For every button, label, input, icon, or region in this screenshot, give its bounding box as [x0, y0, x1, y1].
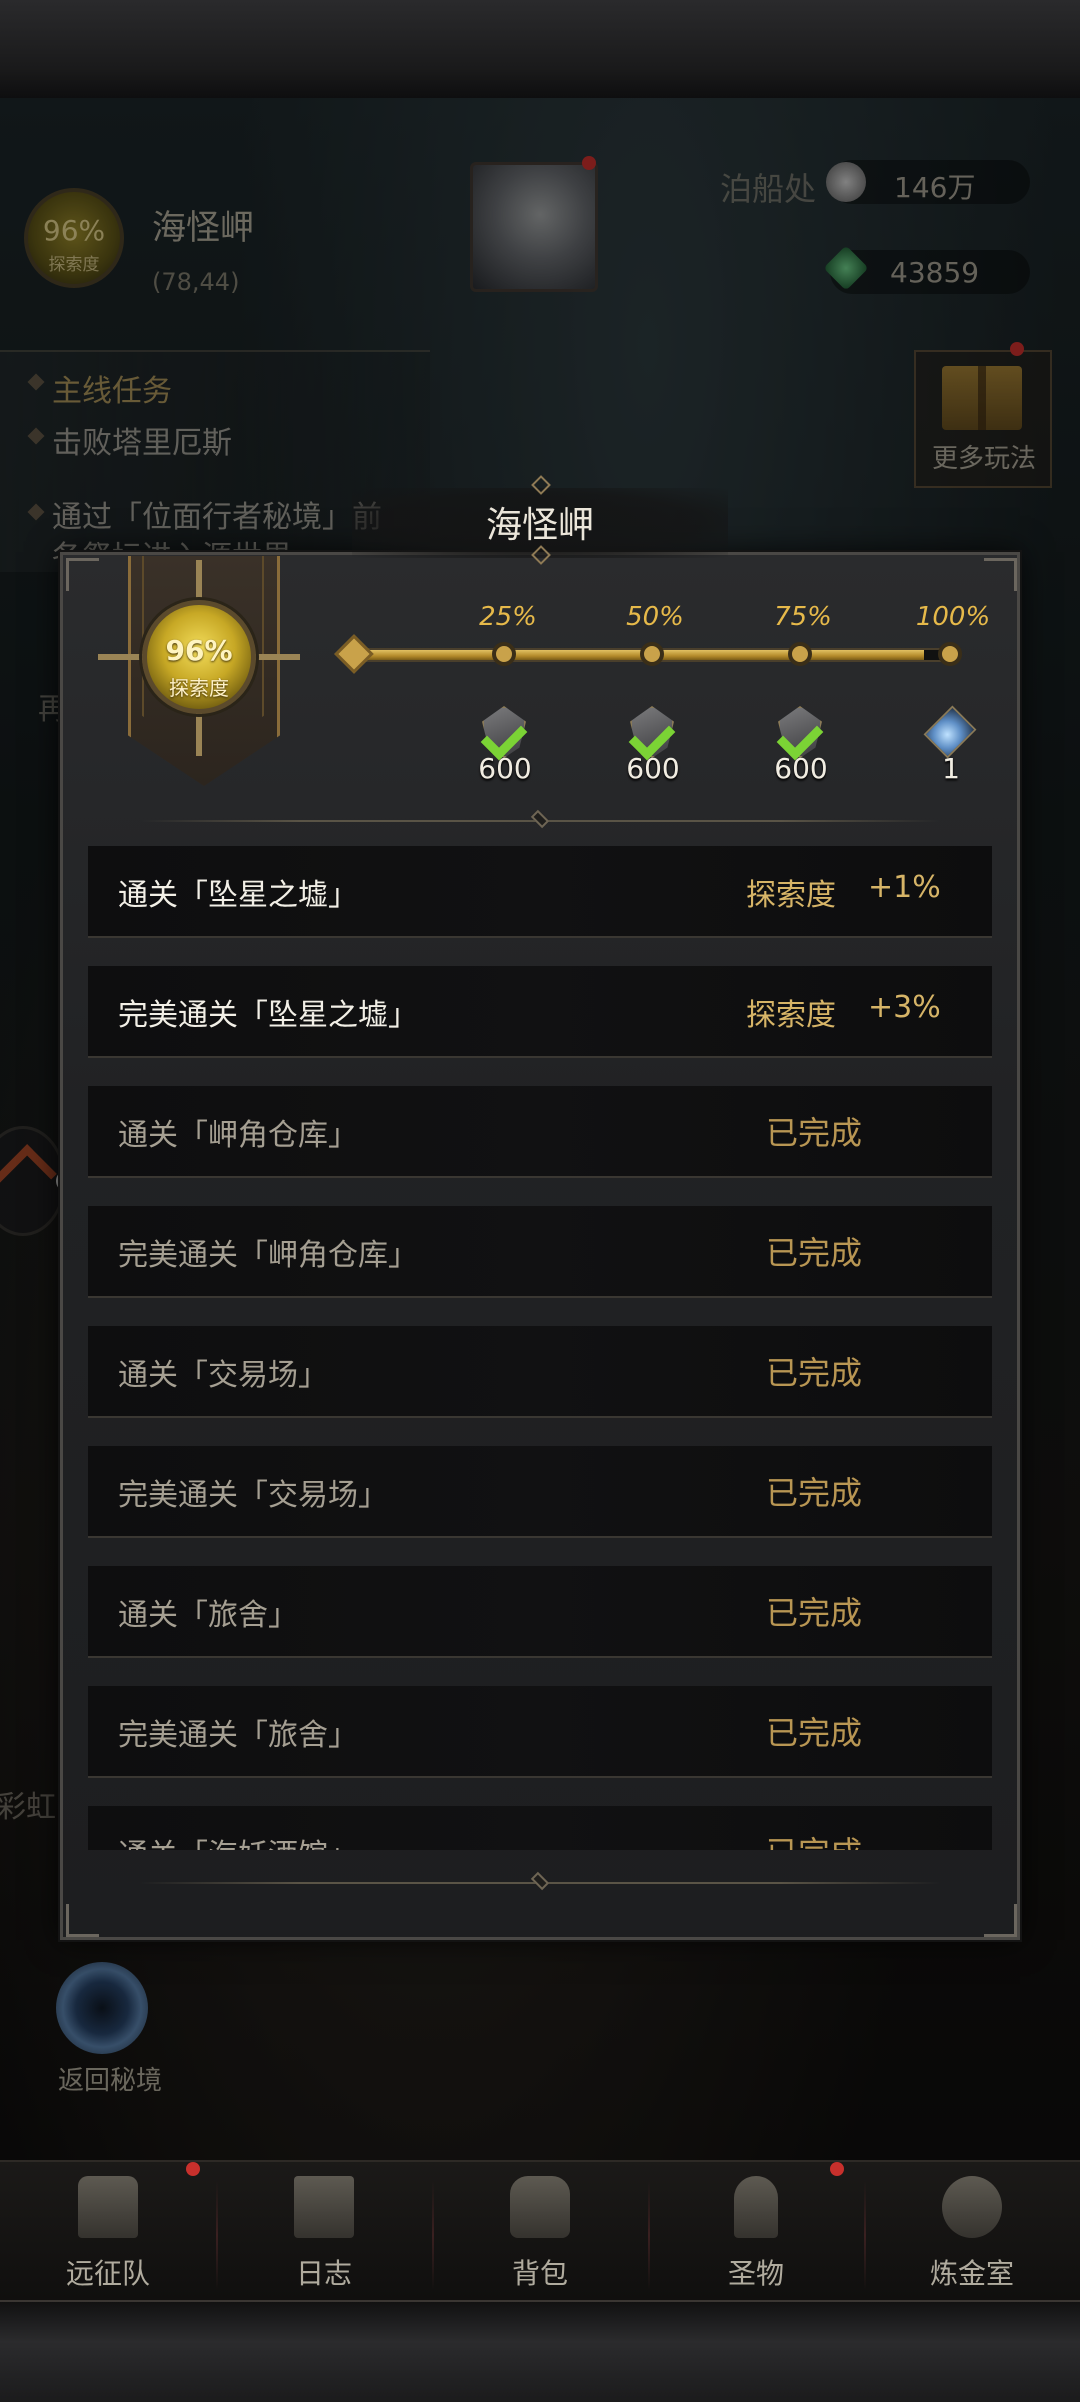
- modal-corner-ornament: [66, 1904, 99, 1937]
- milestone-label: 25%: [479, 602, 537, 632]
- compass-arm-top: [196, 560, 202, 600]
- compass-arm-bottom: [196, 712, 202, 756]
- task-status: 已完成: [766, 1714, 863, 1752]
- exploration-percent: 96%: [165, 634, 233, 667]
- helmet-icon: [78, 2176, 138, 2238]
- task-name: 通关「交易场」: [118, 1358, 328, 1393]
- nav-journal[interactable]: 日志: [239, 2168, 409, 2298]
- compass-arm-right: [254, 654, 300, 660]
- task-reward-bonus: +1%: [868, 870, 941, 905]
- nav-label: 圣物: [727, 2257, 784, 2290]
- milestone-node: [938, 642, 962, 666]
- milestone-reward-count: 600: [478, 752, 532, 785]
- modal-title: 海怪岬: [485, 505, 594, 546]
- milestone-node: [492, 642, 516, 666]
- nav-expedition-alert-dot: [186, 2162, 200, 2176]
- milestone-node: [788, 642, 812, 666]
- nav-separator: [648, 2180, 650, 2290]
- bottom-frame: [0, 2300, 1080, 2402]
- task-row: 完美通关「坠星之墟」 探索度 +3%: [88, 966, 992, 1058]
- task-name: 完美通关「岬角仓库」: [118, 1238, 418, 1273]
- nav-backpack[interactable]: 背包: [455, 2168, 625, 2298]
- task-name: 完美通关「坠星之墟」: [118, 998, 418, 1033]
- backpack-icon: [510, 2176, 570, 2238]
- milestone-node: [640, 642, 664, 666]
- compass-arm-left: [98, 654, 144, 660]
- nav-label: 日志: [295, 2257, 352, 2290]
- task-reward-label: 探索度: [746, 878, 836, 913]
- modal-corner-ornament: [66, 558, 99, 591]
- task-reward-bonus: +3%: [868, 990, 941, 1025]
- nav-label: 远征队: [65, 2257, 150, 2290]
- nav-alchemy[interactable]: 炼金室: [887, 2168, 1057, 2298]
- nav-label: 炼金室: [929, 2257, 1014, 2290]
- task-row: 完美通关「岬角仓库」 已完成: [88, 1206, 992, 1298]
- exploration-label: 探索度: [169, 676, 229, 700]
- task-status: 已完成: [766, 1474, 863, 1512]
- nav-separator: [864, 2180, 866, 2290]
- task-reward-label: 探索度: [746, 998, 836, 1033]
- milestone-reward-count: 600: [774, 752, 828, 785]
- task-row: 通关「海妖酒馆」 已完成: [88, 1806, 992, 1850]
- milestone-label: 100%: [915, 602, 991, 632]
- modal-corner-ornament: [984, 558, 1017, 591]
- milestone-reward-count: 1: [942, 752, 960, 785]
- task-name: 完美通关「交易场」: [118, 1478, 388, 1513]
- task-status: 已完成: [766, 1594, 863, 1632]
- alchemy-icon: [942, 2176, 1002, 2238]
- task-row: 通关「交易场」 已完成: [88, 1326, 992, 1418]
- task-row: 通关「坠星之墟」 探索度 +1%: [88, 846, 992, 938]
- top-frame: [0, 0, 1080, 100]
- chalice-icon: [734, 2176, 778, 2238]
- task-row: 完美通关「交易场」 已完成: [88, 1446, 992, 1538]
- milestone-label: 50%: [626, 602, 684, 632]
- task-row: 通关「岬角仓库」 已完成: [88, 1086, 992, 1178]
- nav-label: 背包: [511, 2257, 568, 2290]
- milestone-label: 75%: [774, 602, 832, 632]
- milestone-reward-count: 600: [626, 752, 680, 785]
- nav-expedition[interactable]: 远征队: [23, 2168, 193, 2298]
- nav-relics[interactable]: 圣物: [671, 2168, 841, 2298]
- task-status: 已完成: [766, 1114, 863, 1152]
- task-row: 通关「旅舍」 已完成: [88, 1566, 992, 1658]
- task-row: 完美通关「旅舍」 已完成: [88, 1686, 992, 1778]
- nav-separator: [432, 2180, 434, 2290]
- modal-corner-ornament: [984, 1904, 1017, 1937]
- task-name: 通关「岬角仓库」: [118, 1118, 358, 1153]
- task-status: 已完成: [766, 1234, 863, 1272]
- task-name: 通关「旅舍」: [118, 1598, 298, 1633]
- nav-relics-alert-dot: [830, 2162, 844, 2176]
- task-status: 已完成: [766, 1354, 863, 1392]
- nav-separator: [216, 2180, 218, 2290]
- task-name: 通关「坠星之墟」: [118, 878, 358, 913]
- scroll-icon: [294, 2176, 354, 2238]
- task-name: 完美通关「旅舍」: [118, 1718, 358, 1753]
- task-status: 已完成: [766, 1828, 862, 1850]
- task-list[interactable]: 通关「坠星之墟」 探索度 +1% 完美通关「坠星之墟」 探索度 +3% 通关「岬…: [88, 844, 992, 1850]
- crystal-vial-icon: [923, 705, 977, 759]
- task-name: 通关「海妖酒馆」: [118, 1830, 358, 1850]
